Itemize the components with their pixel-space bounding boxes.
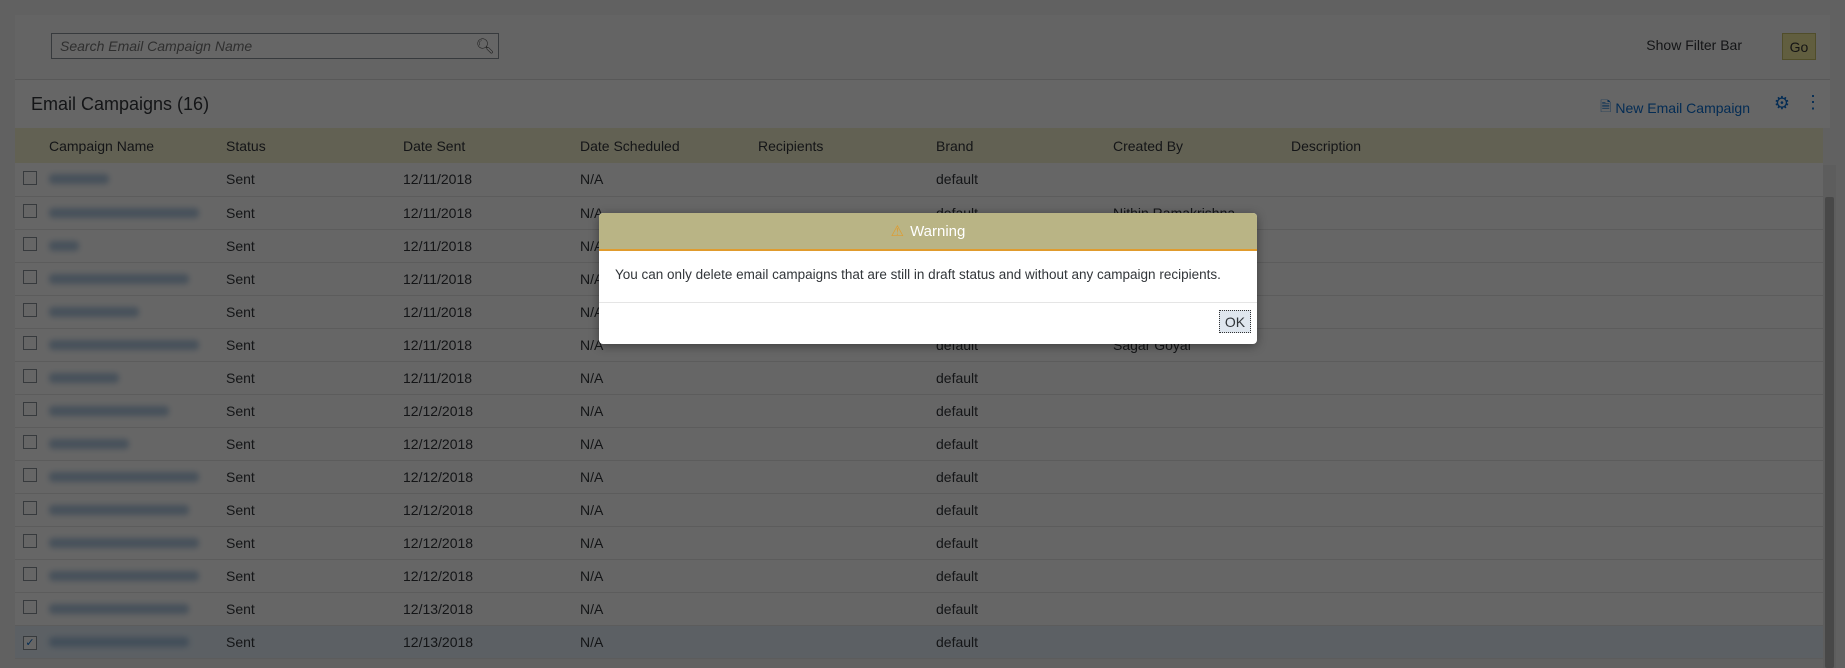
warning-icon: ⚠ xyxy=(890,223,905,240)
ok-button[interactable]: OK xyxy=(1219,310,1251,333)
dialog-footer: OK xyxy=(599,303,1257,344)
dialog-message: You can only delete email campaigns that… xyxy=(599,251,1257,303)
dialog-header: ⚠ Warning xyxy=(599,213,1257,251)
dialog-title: Warning xyxy=(910,222,966,240)
warning-dialog: ⚠ Warning You can only delete email camp… xyxy=(599,213,1257,344)
